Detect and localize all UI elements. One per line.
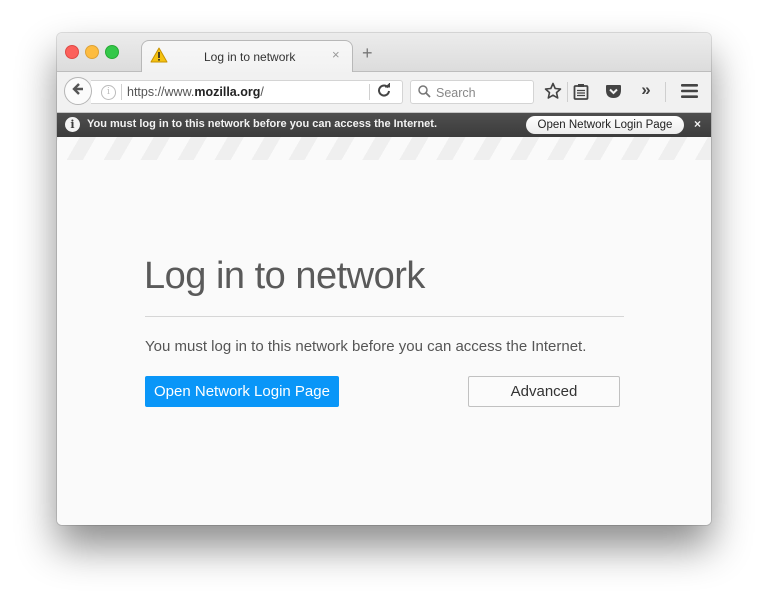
striped-banner <box>57 137 711 160</box>
page-description: You must log in to this network before y… <box>145 338 587 355</box>
info-icon: i <box>65 117 80 132</box>
window-close-button[interactable] <box>65 45 79 59</box>
nav-toolbar: i https://www.mozilla.org/ Search » <box>57 72 711 113</box>
back-arrow-icon <box>71 82 85 101</box>
window-minimize-button[interactable] <box>85 45 99 59</box>
captive-portal-notification-bar: i You must log in to this network before… <box>57 113 711 137</box>
tab-title: Log in to network <box>204 50 296 64</box>
new-tab-button[interactable]: + <box>362 44 373 62</box>
page-title: Log in to network <box>144 255 425 297</box>
tab-bar: Log in to network × + <box>57 33 711 73</box>
url-divider-right <box>369 84 370 100</box>
reading-list-icon[interactable] <box>571 81 591 101</box>
menu-hamburger-icon[interactable] <box>679 81 699 101</box>
browser-window: Log in to network × + i https://www.mozi… <box>57 33 711 525</box>
notification-open-login-page-button[interactable]: Open Network Login Page <box>526 116 684 134</box>
overflow-chevron-icon[interactable]: » <box>636 80 656 100</box>
notification-message: You must log in to this network before y… <box>87 118 438 130</box>
tab-close-icon[interactable]: × <box>332 47 340 62</box>
notification-close-icon[interactable]: × <box>694 117 701 131</box>
search-placeholder: Search <box>436 86 476 100</box>
pocket-icon[interactable] <box>603 81 623 101</box>
back-button[interactable] <box>64 77 92 105</box>
page-content: Log in to network You must log in to thi… <box>57 160 711 525</box>
title-divider <box>145 316 624 317</box>
url-divider <box>121 84 122 100</box>
toolbar-divider <box>665 82 666 102</box>
advanced-button[interactable]: Advanced <box>468 376 620 407</box>
toolbar-divider <box>567 82 568 102</box>
url-prefix: https://www. <box>127 85 195 99</box>
search-icon <box>418 85 431 103</box>
url-suffix: / <box>260 85 264 99</box>
url-bar[interactable]: i https://www.mozilla.org/ <box>91 80 403 104</box>
site-info-icon[interactable]: i <box>101 85 116 100</box>
bookmark-star-icon[interactable] <box>543 81 563 101</box>
url-domain: mozilla.org <box>194 85 261 99</box>
open-network-login-page-button[interactable]: Open Network Login Page <box>145 376 339 407</box>
search-input[interactable]: Search <box>410 80 534 104</box>
warning-icon <box>150 47 168 63</box>
window-maximize-button[interactable] <box>105 45 119 59</box>
reload-icon[interactable] <box>377 83 391 101</box>
url-text[interactable]: https://www.mozilla.org/ <box>127 85 264 99</box>
tab-log-in-to-network[interactable]: Log in to network × <box>141 40 353 73</box>
